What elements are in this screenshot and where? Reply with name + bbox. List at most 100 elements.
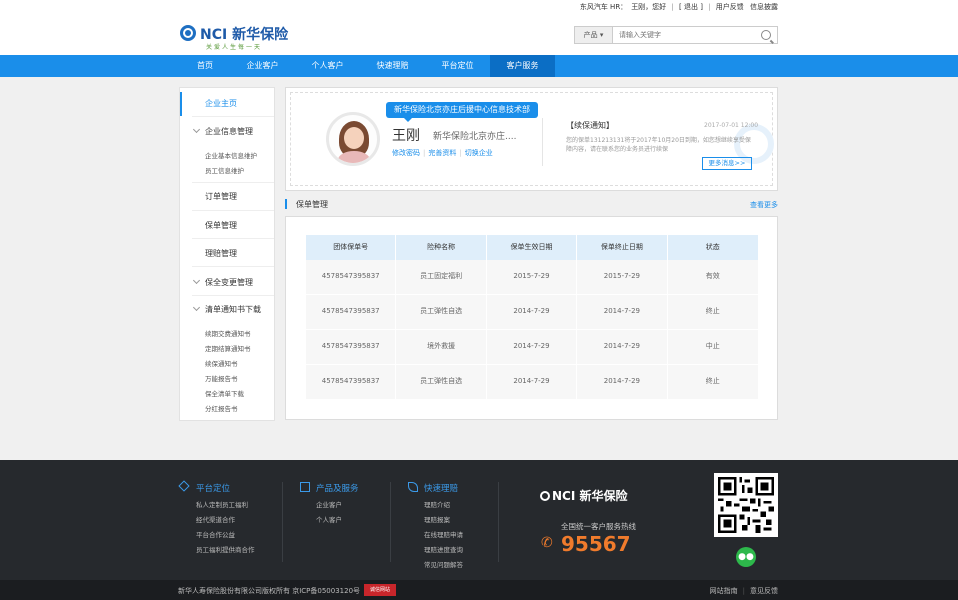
sidebar-subitem[interactable]: 企业基本信息维护: [205, 150, 257, 160]
footer-heading: 平台定位: [178, 480, 255, 494]
status: 中止: [705, 342, 720, 350]
footer-link[interactable]: 经代渠道合作: [180, 514, 255, 524]
footer-heading-label: 产品及服务: [316, 484, 359, 494]
user-name: 王刚: [631, 3, 646, 11]
start-date: 2014-7-29: [487, 295, 578, 329]
footer-link[interactable]: 企业客户: [300, 499, 359, 509]
search-input[interactable]: [619, 29, 755, 41]
divider: [498, 482, 499, 562]
sidebar-subitem[interactable]: 员工信息维护: [205, 165, 244, 175]
search-category-select[interactable]: 产品 ▾: [575, 27, 613, 43]
complete-profile-link[interactable]: 完善资料: [428, 149, 456, 157]
info-report-link[interactable]: 信息披露: [750, 3, 778, 11]
table-row[interactable]: 4578547395837 员工固定福利 2015-7-29 2015-7-29…: [306, 260, 758, 295]
nav-enterprise[interactable]: 企业客户: [230, 55, 295, 77]
hotline-number: 95567: [561, 532, 631, 556]
table-row[interactable]: 4578547395837 员工弹性自选 2014-7-29 2014-7-29…: [306, 295, 758, 330]
profile-links: 修改密码 | 完善资料 | 切换企业: [392, 148, 493, 158]
logo-mark-icon: [180, 25, 196, 41]
feedback-link[interactable]: 用户反馈: [716, 3, 744, 11]
divider: [192, 238, 274, 239]
footer-link[interactable]: 理赔报案: [408, 514, 463, 524]
profile-company: 新华保险北京亦庄....: [433, 132, 517, 142]
footer-link[interactable]: 私人定制员工福利: [180, 499, 255, 509]
logout-link[interactable]: [ 退出 ]: [679, 3, 703, 11]
user-links: 东风汽车 HR： 王刚，您好 | [ 退出 ] | 用户反馈 信息披露: [576, 2, 778, 12]
sidebar-item-label: 理赔管理: [205, 249, 237, 258]
trust-badge[interactable]: 诚信网站: [364, 584, 396, 596]
chevron-down-icon: [192, 276, 201, 285]
sidebar-subitem[interactable]: 定期结算通知书: [205, 343, 251, 353]
sidebar-subitem[interactable]: 保全清单下载: [205, 388, 244, 398]
table-row[interactable]: 4578547395837 员工弹性自选 2014-7-29 2014-7-29…: [306, 365, 758, 400]
hotline-label: 全国统一客户服务热线: [561, 522, 636, 531]
start-date: 2014-7-29: [487, 365, 578, 399]
sidebar-subitem[interactable]: 续期交费通知书: [205, 328, 251, 338]
sidebar-subitem[interactable]: 万能报告书: [205, 373, 238, 383]
divider: [282, 482, 283, 562]
divider: [390, 482, 391, 562]
sidebar-item-label: 清单通知书下载: [205, 305, 261, 314]
header: NCI 新华保险 关爱人生每一天 产品 ▾: [0, 14, 958, 55]
divider: [192, 182, 274, 183]
footer-col-products: 产品及服务 企业客户 个人客户: [300, 482, 359, 524]
chevron-down-icon: [192, 303, 201, 312]
footer-link[interactable]: 理赔介绍: [408, 499, 463, 509]
footer-col-claims: 快速理赔 理赔介绍 理赔报案 在线理赔申请 理赔进度查询 常见问题解答: [408, 482, 463, 569]
change-password-link[interactable]: 修改密码: [392, 149, 420, 157]
divider: [192, 116, 274, 117]
footer-link[interactable]: 理赔进度查询: [408, 544, 463, 554]
notice-title: 【续保通知】: [566, 121, 614, 130]
view-more-link[interactable]: 查看更多: [750, 200, 778, 210]
avatar[interactable]: [326, 112, 380, 166]
status: 终止: [705, 307, 720, 315]
caret-down-icon: ▾: [599, 31, 604, 39]
divider: |: [671, 3, 674, 11]
status: 有效: [705, 272, 720, 280]
divider: |: [423, 149, 426, 157]
qr-code: [714, 473, 778, 537]
footer-link[interactable]: 员工福利提供商合作: [180, 544, 255, 554]
nav-platform[interactable]: 平台定位: [425, 55, 490, 77]
copyright-bar: 新华人寿保险股份有限公司版权所有 京ICP备05003120号 诚信网站 网站指…: [0, 580, 958, 600]
footer-link[interactable]: 平台合作公益: [180, 529, 255, 539]
nav-fast-claim[interactable]: 快速理赔: [360, 55, 425, 77]
footer-link[interactable]: 常见问题解答: [408, 559, 463, 569]
sidebar-subitem[interactable]: 分红报告书: [205, 403, 238, 413]
footer-brand: NCI 新华保险: [552, 489, 628, 503]
wechat-icon[interactable]: ●●: [736, 547, 756, 567]
sidebar-item-label: 保单管理: [205, 221, 237, 230]
divider: [192, 210, 274, 211]
search-icon[interactable]: [761, 30, 771, 40]
divider: [192, 295, 274, 296]
sidebar: 企业主页 企业信息管理 企业基本信息维护 员工信息维护 订单管理 保单管理 理赔…: [179, 87, 275, 421]
more-messages-button[interactable]: 更多消息>>: [702, 157, 752, 170]
policy-table: 团体保单号 险种名称 保单生效日期 保单终止日期 状态 457854739583…: [306, 235, 758, 400]
column-header: 保单终止日期: [577, 235, 668, 260]
feedback-link[interactable]: 意见反馈: [750, 587, 778, 595]
profile-card: 新华保险北京亦庄后援中心信息技术部 王刚 新华保险北京亦庄.... 修改密码 | 完…: [285, 87, 778, 191]
grid-icon: [300, 482, 310, 492]
paper-plane-icon: [178, 480, 190, 492]
sidebar-subitem[interactable]: 续保通知书: [205, 358, 238, 368]
sidebar-item-label: 保全变更管理: [205, 278, 253, 287]
search-box: 产品 ▾: [574, 26, 778, 44]
table-row[interactable]: 4578547395837 境外救援 2014-7-29 2014-7-29 中…: [306, 330, 758, 365]
divider: [192, 266, 274, 267]
product-name: 员工固定福利: [396, 260, 487, 294]
site-guide-link[interactable]: 网站指南: [710, 587, 738, 595]
footer-link[interactable]: 个人客户: [300, 514, 359, 524]
section-accent-bar: [285, 199, 287, 209]
end-date: 2014-7-29: [577, 330, 668, 364]
logo[interactable]: NCI 新华保险 关爱人生每一天: [180, 22, 288, 51]
company-label: 东风汽车 HR：: [579, 3, 628, 11]
column-header: 保单生效日期: [487, 235, 578, 260]
department-badge: 新华保险北京亦庄后援中心信息技术部: [386, 102, 538, 122]
switch-company-link[interactable]: 切换企业: [465, 149, 493, 157]
nav-home[interactable]: 首页: [180, 55, 230, 77]
nav-customer-service[interactable]: 客户服务: [490, 55, 555, 77]
nav-personal[interactable]: 个人客户: [295, 55, 360, 77]
policy-number: 4578547395837: [306, 330, 397, 364]
footer-link[interactable]: 在线理赔申请: [408, 529, 463, 539]
column-header: 团体保单号: [306, 235, 397, 260]
